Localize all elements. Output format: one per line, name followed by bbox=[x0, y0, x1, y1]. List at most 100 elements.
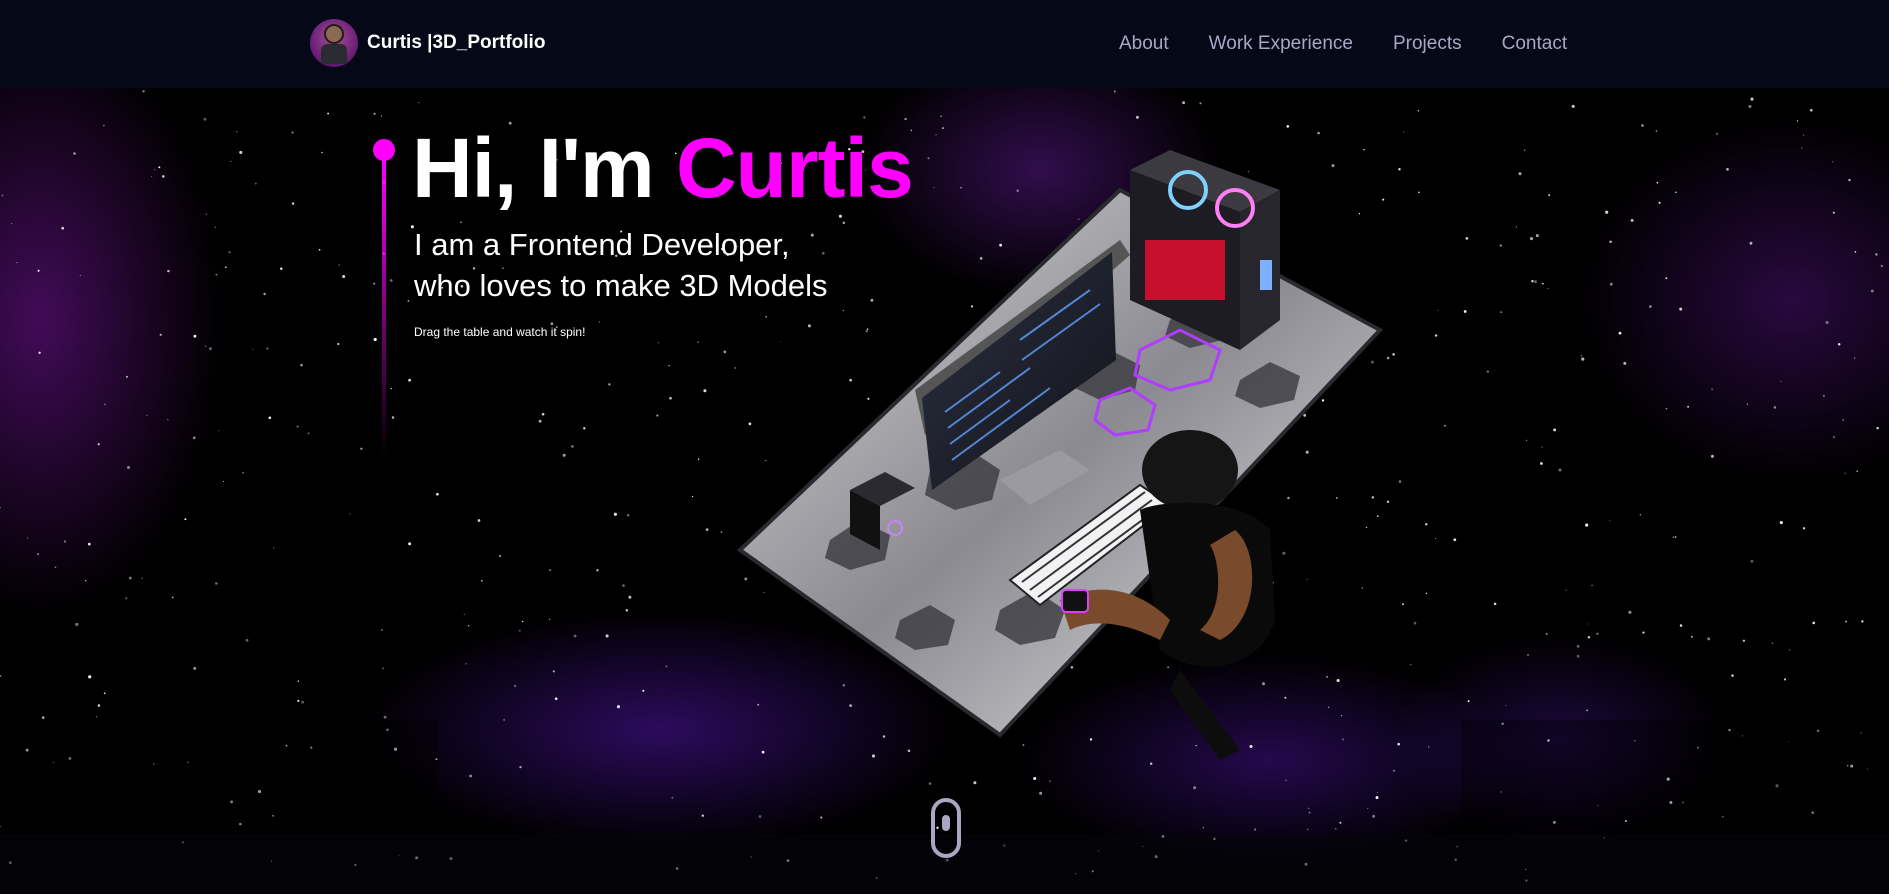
star bbox=[1746, 403, 1749, 406]
star bbox=[1707, 637, 1711, 641]
star bbox=[1655, 130, 1658, 132]
star bbox=[291, 131, 294, 134]
star bbox=[38, 351, 41, 354]
star bbox=[1773, 406, 1777, 409]
star bbox=[1779, 521, 1783, 525]
star bbox=[301, 700, 304, 704]
star bbox=[349, 513, 351, 515]
star bbox=[1796, 120, 1799, 122]
nav-link-projects[interactable]: Projects bbox=[1393, 33, 1462, 55]
star bbox=[171, 596, 174, 599]
mouse-scroll-icon bbox=[942, 815, 950, 831]
star bbox=[338, 264, 340, 266]
star bbox=[463, 613, 465, 616]
scroll-indicator[interactable] bbox=[931, 798, 961, 858]
star bbox=[605, 634, 609, 638]
star bbox=[162, 175, 165, 178]
star bbox=[141, 577, 143, 580]
star bbox=[1202, 827, 1204, 829]
star bbox=[1565, 589, 1567, 591]
lower-shade-right bbox=[1461, 720, 1889, 834]
star bbox=[1679, 307, 1683, 311]
star bbox=[669, 396, 672, 400]
star bbox=[1576, 644, 1580, 648]
star bbox=[1845, 620, 1847, 623]
star bbox=[1711, 388, 1714, 391]
star bbox=[671, 796, 674, 799]
star bbox=[41, 716, 45, 719]
star bbox=[465, 663, 467, 665]
star bbox=[1428, 746, 1430, 748]
star bbox=[469, 774, 472, 778]
star bbox=[1875, 253, 1878, 256]
star bbox=[1832, 211, 1835, 214]
star bbox=[519, 765, 522, 769]
star bbox=[97, 443, 100, 446]
star bbox=[973, 781, 977, 785]
star bbox=[373, 282, 376, 285]
star bbox=[1515, 226, 1517, 228]
star bbox=[1039, 791, 1043, 795]
star bbox=[1307, 828, 1309, 830]
star bbox=[480, 579, 483, 582]
star bbox=[940, 115, 942, 117]
star bbox=[1587, 636, 1591, 639]
star bbox=[146, 414, 148, 417]
star bbox=[297, 699, 300, 702]
star bbox=[608, 383, 611, 386]
star bbox=[1113, 90, 1116, 93]
star bbox=[1856, 470, 1858, 473]
star bbox=[1876, 426, 1879, 430]
star bbox=[1672, 536, 1674, 538]
star bbox=[1486, 370, 1490, 373]
star bbox=[1417, 109, 1420, 112]
star bbox=[928, 782, 932, 785]
star bbox=[1553, 428, 1557, 432]
star bbox=[627, 514, 630, 517]
star bbox=[1493, 602, 1497, 606]
star bbox=[300, 363, 303, 367]
star bbox=[1254, 828, 1257, 831]
star bbox=[1848, 178, 1851, 182]
star bbox=[16, 262, 18, 264]
star bbox=[1609, 240, 1612, 244]
star bbox=[1628, 610, 1632, 614]
star bbox=[1, 194, 4, 197]
nav-link-work-experience[interactable]: Work Experience bbox=[1209, 33, 1353, 55]
star bbox=[1547, 288, 1549, 290]
nav-link-about[interactable]: About bbox=[1119, 33, 1169, 55]
star bbox=[1571, 104, 1575, 108]
star bbox=[1809, 108, 1813, 112]
star bbox=[230, 160, 232, 162]
brand-link[interactable]: Curtis |3D_Portfolio bbox=[310, 19, 545, 67]
star bbox=[1854, 251, 1857, 253]
star bbox=[79, 274, 82, 277]
star bbox=[327, 112, 330, 115]
star bbox=[383, 715, 387, 719]
star bbox=[1788, 649, 1791, 651]
lower-shade-left bbox=[0, 720, 438, 834]
star bbox=[1609, 282, 1613, 286]
star bbox=[701, 814, 704, 817]
desk-3d-model[interactable] bbox=[700, 150, 1420, 770]
star bbox=[1465, 237, 1469, 240]
star bbox=[254, 182, 257, 185]
star bbox=[214, 226, 217, 228]
star bbox=[1286, 125, 1290, 128]
star bbox=[1780, 380, 1782, 382]
star bbox=[1317, 131, 1320, 135]
star bbox=[11, 223, 13, 225]
star bbox=[820, 816, 823, 819]
star bbox=[1527, 654, 1529, 656]
star bbox=[184, 518, 187, 521]
star bbox=[391, 416, 395, 419]
star bbox=[1526, 439, 1528, 441]
star bbox=[126, 465, 131, 470]
star bbox=[1861, 620, 1864, 623]
star bbox=[268, 416, 272, 420]
star bbox=[1591, 584, 1593, 587]
star bbox=[642, 689, 645, 692]
star bbox=[518, 629, 521, 632]
nav-link-contact[interactable]: Contact bbox=[1502, 33, 1567, 55]
star bbox=[1649, 305, 1652, 308]
